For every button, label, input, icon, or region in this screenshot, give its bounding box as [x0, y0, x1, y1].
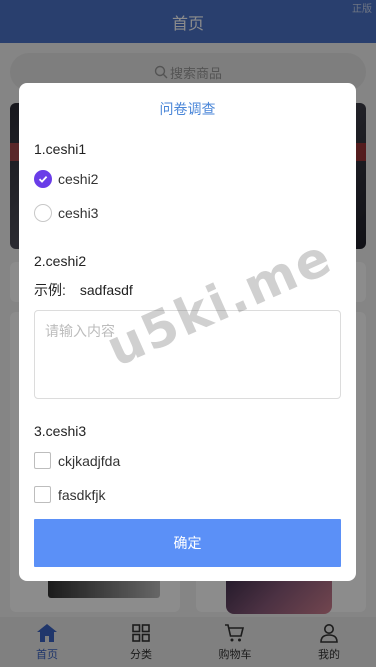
confirm-button[interactable]: 确定 [34, 519, 341, 567]
example-text: 示例: sadfasdf [34, 280, 133, 300]
radio-option[interactable]: ceshi3 [34, 204, 98, 222]
radio-icon[interactable] [34, 204, 52, 222]
option-label: fasdkfjk [58, 486, 106, 503]
option-label: ceshi2 [58, 171, 99, 187]
example-label: 示例: [34, 282, 66, 298]
question-title: 1.ceshi1 [34, 141, 87, 157]
checkbox-icon[interactable] [34, 452, 51, 469]
radio-checked-icon[interactable] [34, 170, 52, 188]
option-label: ceshi3 [58, 205, 99, 221]
option-label: ckjkadjfda [58, 452, 121, 469]
question-title: 2.ceshi2 [34, 253, 87, 269]
question-title: 3.ceshi3 [34, 423, 87, 439]
radio-option[interactable]: ceshi2 [34, 170, 98, 188]
checkbox-option[interactable]: ckjkadjfda [34, 452, 120, 469]
checkbox-icon[interactable] [34, 486, 51, 503]
example-value: sadfasdf [79, 282, 133, 298]
checkbox-option[interactable]: fasdkfjk [34, 486, 105, 503]
dialog-title: 问卷调查 [159, 101, 216, 117]
